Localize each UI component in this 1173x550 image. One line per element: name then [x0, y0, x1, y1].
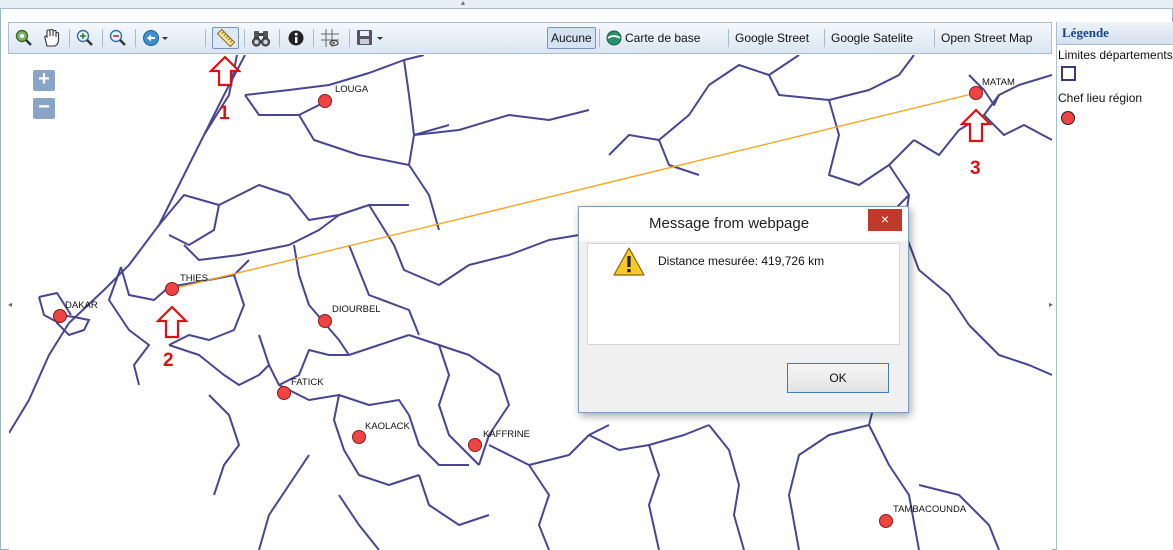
legend-item-limites-label: Limites départements — [1058, 48, 1173, 62]
toolbar-separator — [279, 29, 280, 47]
toolbar-separator — [205, 29, 206, 47]
legend-city-symbol — [1061, 111, 1075, 125]
city-marker-kaffrine[interactable] — [468, 438, 482, 452]
layer-carte-de-base-button[interactable]: Carte de base — [603, 27, 703, 49]
legend-item-chef-lieu-label: Chef lieu région — [1058, 91, 1143, 105]
city-marker-dakar[interactable] — [53, 309, 67, 323]
annotation-arrow-3: 3 — [959, 108, 993, 179]
grid-icon[interactable] — [318, 27, 342, 49]
globe-icon — [606, 30, 622, 46]
layer-aucune-button[interactable]: Aucune — [547, 27, 596, 49]
city-marker-matam[interactable] — [969, 86, 983, 100]
zoom-out-icon[interactable] — [106, 27, 130, 49]
dialog-close-button[interactable]: × — [868, 209, 902, 231]
city-label-matam: MATAM — [982, 77, 1015, 88]
left-collapse-icon[interactable]: ◂ — [8, 300, 12, 309]
dialog-title: Message from webpage — [649, 215, 810, 232]
measure-ruler-icon[interactable] — [212, 27, 239, 49]
city-marker-diourbel[interactable] — [318, 314, 332, 328]
city-label-tambacounda: TAMBACOUNDA — [893, 504, 967, 515]
layer-carte-de-base-label: Carte de base — [625, 31, 701, 45]
legend-title: Légende — [1057, 22, 1173, 45]
dialog-ok-button[interactable]: OK — [787, 363, 889, 393]
city-label-kaolack: KAOLACK — [365, 421, 411, 432]
zoom-extent-icon[interactable] — [12, 27, 36, 49]
zoom-in-button[interactable]: + — [33, 69, 55, 91]
city-label-louga: LOUGA — [335, 84, 369, 95]
annotation-label-2: 2 — [163, 350, 174, 371]
annotation-label-1: 1 — [219, 103, 230, 124]
layer-open-street-map-button[interactable]: Open Street Map — [938, 27, 1035, 49]
toolbar-separator — [313, 29, 314, 47]
message-dialog: Message from webpage × Distance mesurée:… — [578, 206, 909, 413]
city-label-diourbel: DIOURBEL — [332, 304, 381, 315]
toolbar-separator — [135, 29, 136, 47]
city-label-fatick: FATICK — [291, 377, 324, 388]
history-icon[interactable] — [140, 27, 172, 49]
toolbar-separator — [349, 29, 350, 47]
city-label-dakar: DAKAR — [65, 300, 98, 311]
binoculars-icon[interactable] — [249, 27, 273, 49]
legend-department-symbol — [1061, 66, 1076, 81]
city-marker-thies[interactable] — [165, 282, 179, 296]
map-toolbar: Aucune Carte de base Google Street Googl… — [8, 22, 1052, 54]
zoom-in-icon[interactable] — [73, 27, 97, 49]
dialog-message: Distance mesurée: 419,726 km — [658, 254, 825, 268]
city-label-thies: THIES — [180, 273, 208, 284]
toolbar-separator — [728, 29, 729, 47]
toolbar-separator — [102, 29, 103, 47]
toolbar-separator — [69, 29, 70, 47]
dialog-titlebar[interactable]: Message from webpage × — [579, 207, 908, 241]
right-collapse-icon[interactable]: ▸ — [1049, 300, 1053, 309]
toolbar-separator — [934, 29, 935, 47]
save-icon[interactable] — [355, 27, 387, 49]
city-label-kaffrine: KAFFRINE — [483, 429, 530, 440]
warning-icon — [613, 247, 645, 282]
city-marker-tambacounda[interactable] — [879, 514, 893, 528]
legend-panel: Légende Limites départements Chef lieu r… — [1056, 22, 1173, 550]
info-icon[interactable] — [284, 27, 308, 49]
toolbar-separator — [599, 29, 600, 47]
layer-google-satelite-button[interactable]: Google Satelite — [828, 27, 916, 49]
toolbar-separator — [824, 29, 825, 47]
zoom-out-button[interactable]: − — [33, 97, 55, 119]
layer-google-street-button[interactable]: Google Street — [732, 27, 812, 49]
city-marker-kaolack[interactable] — [352, 430, 366, 444]
collapse-grip-icon[interactable]: ▲ — [452, 0, 474, 7]
toolbar-separator — [244, 29, 245, 47]
top-splitter[interactable]: ▲ — [0, 0, 1173, 9]
annotation-label-3: 3 — [970, 158, 981, 179]
pan-hand-icon[interactable] — [39, 27, 63, 49]
city-marker-fatick[interactable] — [277, 386, 291, 400]
city-marker-louga[interactable] — [318, 94, 332, 108]
